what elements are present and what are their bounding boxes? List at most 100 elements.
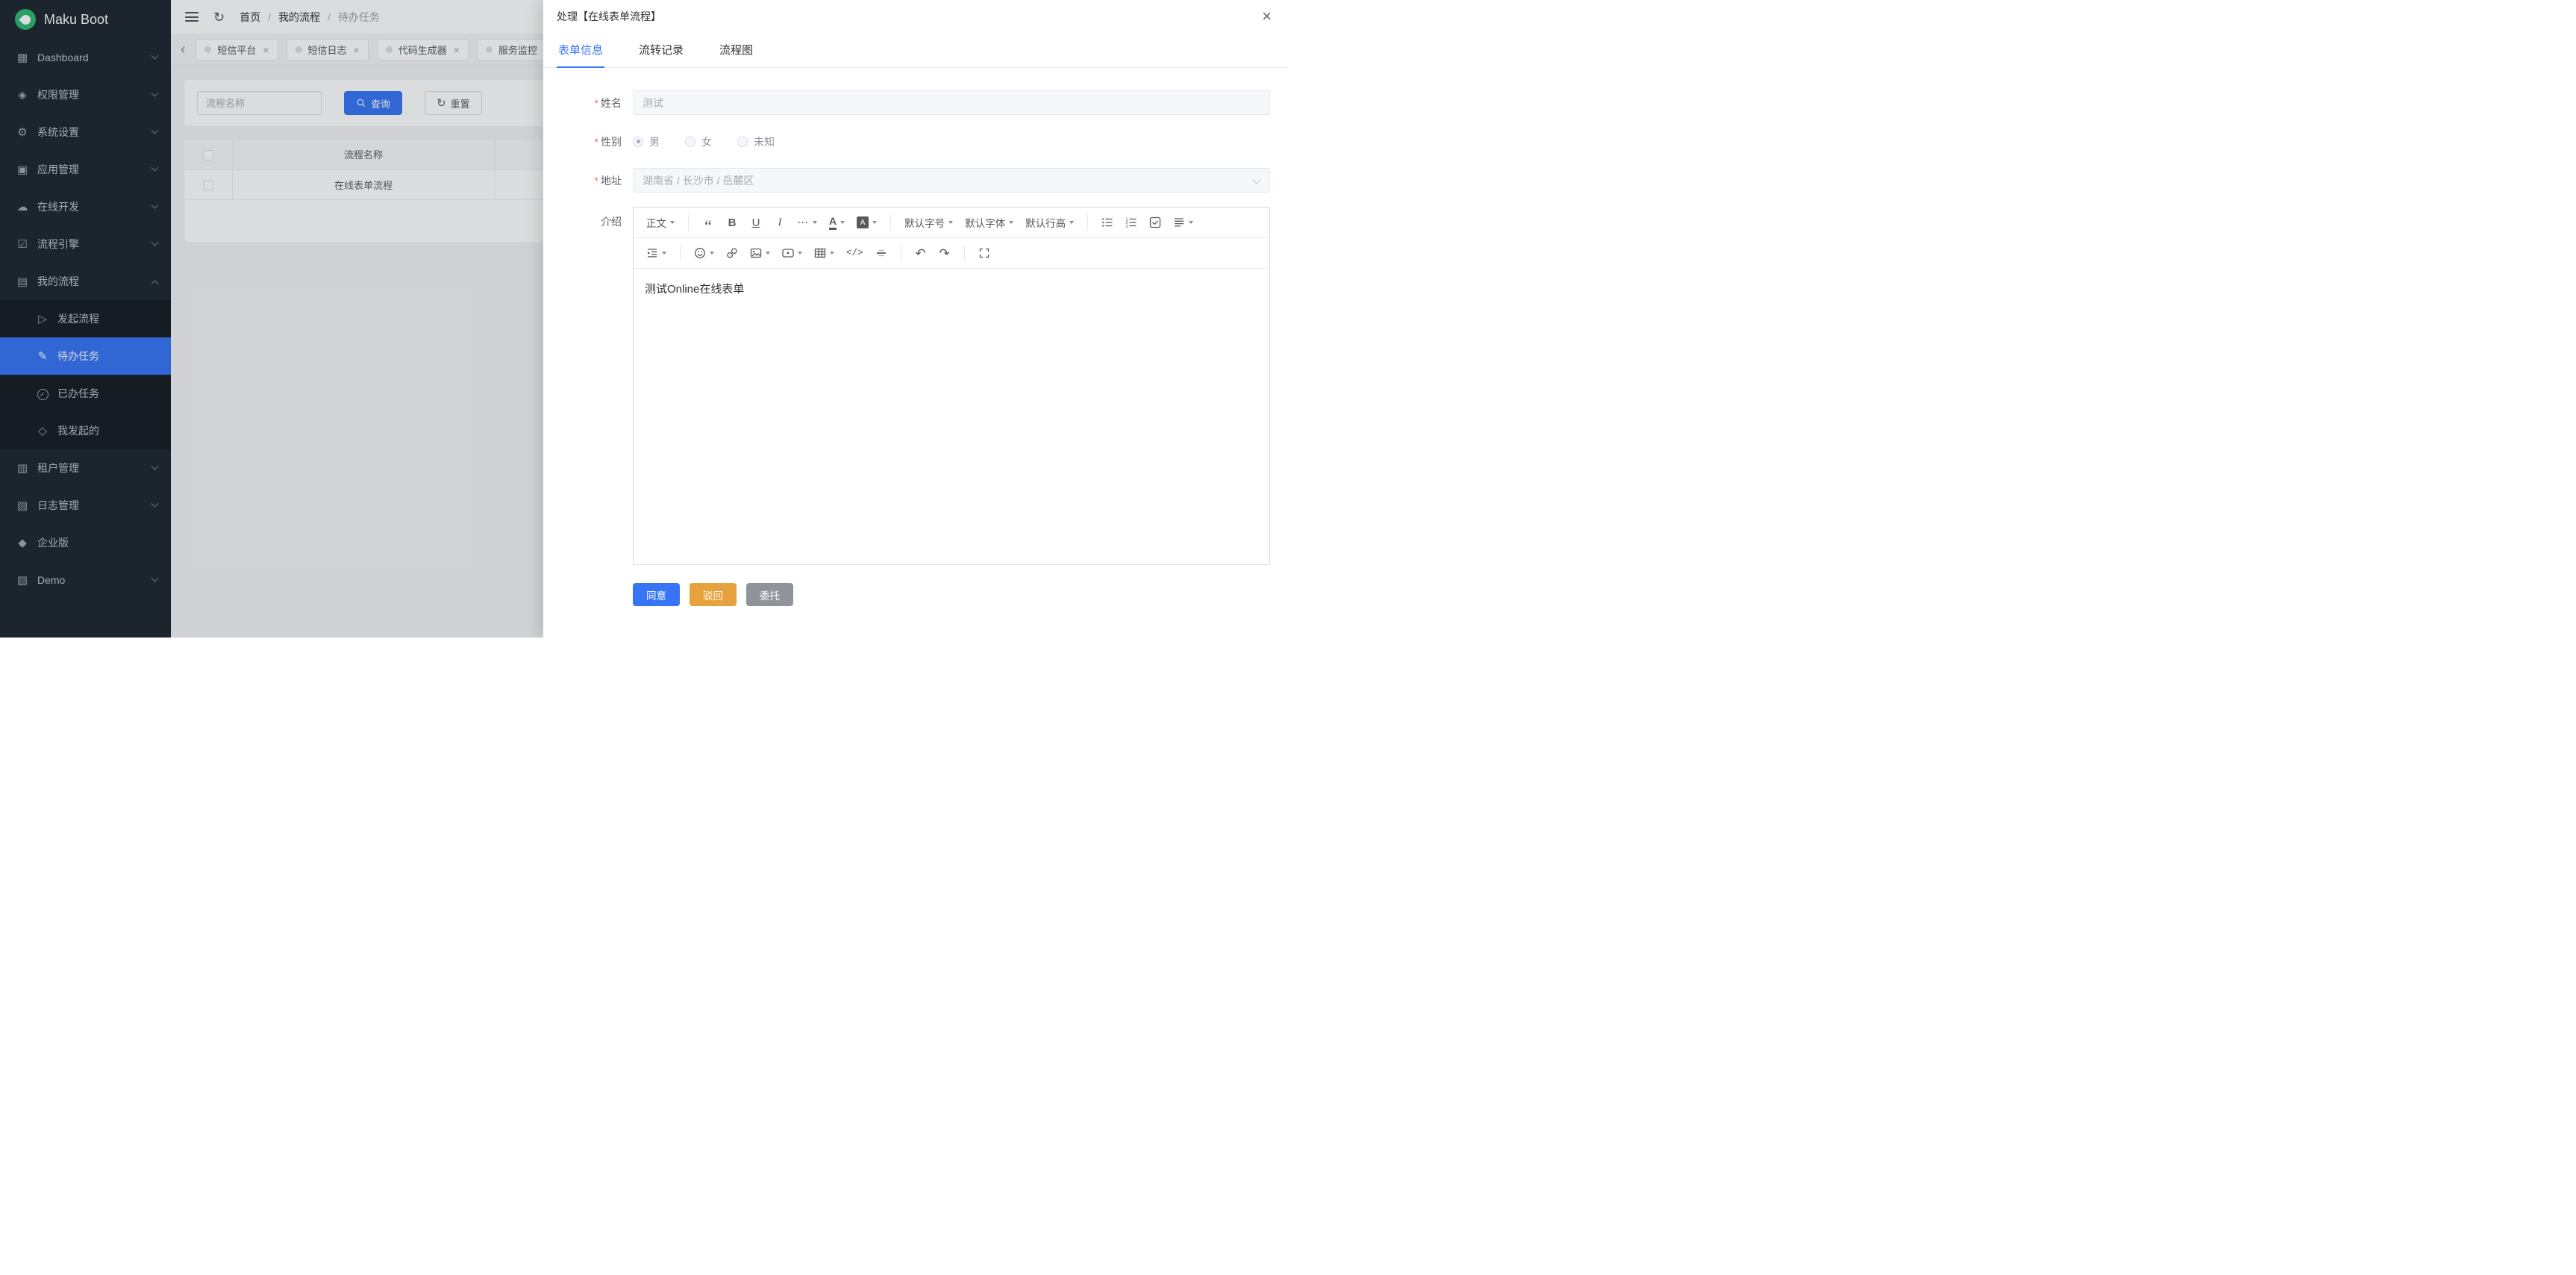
link-icon bbox=[726, 247, 738, 259]
fullscreen-icon bbox=[978, 247, 990, 259]
underline-icon: U bbox=[752, 216, 760, 229]
indent-dropdown[interactable] bbox=[641, 242, 672, 264]
more-icon: ··· bbox=[798, 217, 809, 228]
caret-down-icon bbox=[830, 252, 834, 255]
paragraph-style-label: 正文 bbox=[646, 215, 666, 230]
bullet-list-icon bbox=[1101, 216, 1113, 228]
modal-actions: 同意 驳回 委托 bbox=[633, 583, 1270, 606]
todo-list-button[interactable] bbox=[1144, 211, 1166, 234]
insert-table-dropdown[interactable] bbox=[809, 242, 840, 264]
insert-link-button[interactable] bbox=[721, 242, 743, 264]
name-field[interactable] bbox=[633, 90, 1270, 115]
tab-form-info[interactable]: 表单信息 bbox=[557, 37, 604, 68]
fullscreen-button[interactable] bbox=[973, 242, 995, 264]
toolbar-separator bbox=[688, 214, 689, 231]
editor-toolbar-row-1: 正文 “ B U I ··· A A 默认字号 默认字体 bbox=[634, 208, 1269, 238]
gender-label: *性别 bbox=[543, 134, 633, 149]
editor-content[interactable]: 测试Online在线表单 bbox=[634, 269, 1269, 564]
required-mark: * bbox=[595, 136, 598, 148]
image-icon bbox=[750, 247, 762, 259]
radio-icon bbox=[737, 137, 748, 147]
tab-flow-diagram[interactable]: 流程图 bbox=[718, 37, 754, 68]
tab-flow-records[interactable]: 流转记录 bbox=[637, 37, 685, 68]
modal-header: 处理【在线表单流程】 × bbox=[543, 0, 1288, 33]
required-mark: * bbox=[595, 97, 598, 109]
align-dropdown[interactable] bbox=[1168, 211, 1198, 234]
insert-video-dropdown[interactable] bbox=[777, 242, 807, 264]
radio-label: 男 bbox=[649, 134, 660, 149]
caret-down-icon bbox=[872, 221, 877, 224]
approve-button[interactable]: 同意 bbox=[633, 583, 680, 606]
form-row-address: *地址 湖南省 / 长沙市 / 岳麓区 bbox=[543, 168, 1270, 193]
app-screen: Maku Boot ▦ Dashboard ◈ 权限管理 ⚙ 系统设置 ▣ 应用… bbox=[0, 0, 1288, 638]
radio-female[interactable]: 女 bbox=[685, 134, 712, 149]
gender-radio-group: 男 女 未知 bbox=[633, 129, 1270, 154]
italic-button[interactable]: I bbox=[769, 211, 791, 234]
rich-text-editor: 正文 “ B U I ··· A A 默认字号 默认字体 bbox=[633, 207, 1270, 565]
form-row-intro: 介绍 正文 “ B U I ··· bbox=[543, 207, 1270, 565]
bullet-list-button[interactable] bbox=[1096, 211, 1119, 234]
align-icon bbox=[1173, 216, 1185, 228]
font-size-label: 默认字号 bbox=[904, 215, 945, 230]
radio-selected-icon bbox=[633, 137, 643, 147]
ordered-list-icon: 123 bbox=[1125, 216, 1137, 228]
name-label: *姓名 bbox=[543, 96, 633, 110]
radio-label: 未知 bbox=[754, 134, 775, 149]
close-modal-icon[interactable]: × bbox=[1262, 8, 1272, 25]
toolbar-separator bbox=[680, 245, 681, 261]
paragraph-style-dropdown[interactable]: 正文 bbox=[641, 211, 680, 234]
font-family-label: 默认字体 bbox=[965, 215, 1005, 230]
insert-image-dropdown[interactable] bbox=[745, 242, 775, 264]
bold-button[interactable]: B bbox=[721, 211, 743, 234]
video-icon bbox=[782, 247, 794, 259]
radio-male[interactable]: 男 bbox=[633, 134, 660, 149]
underline-button[interactable]: U bbox=[745, 211, 767, 234]
delegate-button[interactable]: 委托 bbox=[746, 583, 793, 606]
ordered-list-button[interactable]: 123 bbox=[1120, 211, 1142, 234]
process-handle-modal: 处理【在线表单流程】 × 表单信息 流转记录 流程图 *姓名 *性别 bbox=[543, 0, 1288, 638]
form-row-gender: *性别 男 女 未知 bbox=[543, 129, 1270, 154]
caret-down-icon bbox=[948, 221, 953, 224]
italic-icon: I bbox=[778, 216, 782, 229]
caret-down-icon bbox=[813, 221, 817, 224]
font-color-icon: A bbox=[829, 216, 837, 230]
bg-color-dropdown[interactable]: A bbox=[851, 211, 882, 234]
caret-down-icon bbox=[670, 221, 675, 224]
caret-down-icon bbox=[710, 252, 714, 255]
radio-label: 女 bbox=[701, 134, 712, 149]
reject-button[interactable]: 驳回 bbox=[690, 583, 737, 606]
radio-icon bbox=[685, 137, 695, 147]
toolbar-separator bbox=[890, 214, 891, 231]
form-row-name: *姓名 bbox=[543, 90, 1270, 115]
chevron-down-icon bbox=[1252, 175, 1260, 184]
radio-unknown[interactable]: 未知 bbox=[737, 134, 775, 149]
caret-down-icon bbox=[840, 221, 845, 224]
svg-text:3: 3 bbox=[1126, 225, 1128, 228]
code-icon: </> bbox=[846, 248, 863, 258]
redo-button[interactable]: ↷ bbox=[934, 242, 956, 264]
blockquote-button[interactable]: “ bbox=[697, 211, 719, 234]
undo-button[interactable]: ↶ bbox=[910, 242, 932, 264]
emoji-dropdown[interactable] bbox=[689, 242, 719, 264]
insert-divider-button[interactable] bbox=[870, 242, 892, 264]
line-height-label: 默认行高 bbox=[1025, 215, 1066, 230]
font-color-dropdown[interactable]: A bbox=[824, 211, 850, 234]
address-select[interactable]: 湖南省 / 长沙市 / 岳麓区 bbox=[633, 168, 1270, 193]
toolbar-separator bbox=[1087, 214, 1088, 231]
modal-body: *姓名 *性别 男 女 bbox=[543, 68, 1288, 638]
caret-down-icon bbox=[766, 252, 770, 255]
divider-icon bbox=[875, 247, 887, 259]
line-height-dropdown[interactable]: 默认行高 bbox=[1020, 211, 1079, 234]
font-family-dropdown[interactable]: 默认字体 bbox=[960, 211, 1019, 234]
more-styles-dropdown[interactable]: ··· bbox=[793, 211, 822, 234]
editor-toolbar-row-2: </> ↶ ↷ bbox=[634, 238, 1269, 269]
quote-icon: “ bbox=[704, 216, 712, 230]
redo-icon: ↷ bbox=[939, 247, 949, 260]
code-block-button[interactable]: </> bbox=[841, 242, 869, 264]
caret-down-icon bbox=[798, 252, 802, 255]
caret-down-icon bbox=[1189, 221, 1193, 224]
intro-label: 介绍 bbox=[543, 207, 633, 229]
undo-icon: ↶ bbox=[915, 247, 925, 260]
font-size-dropdown[interactable]: 默认字号 bbox=[899, 211, 958, 234]
todo-checkbox-icon bbox=[1149, 216, 1161, 228]
